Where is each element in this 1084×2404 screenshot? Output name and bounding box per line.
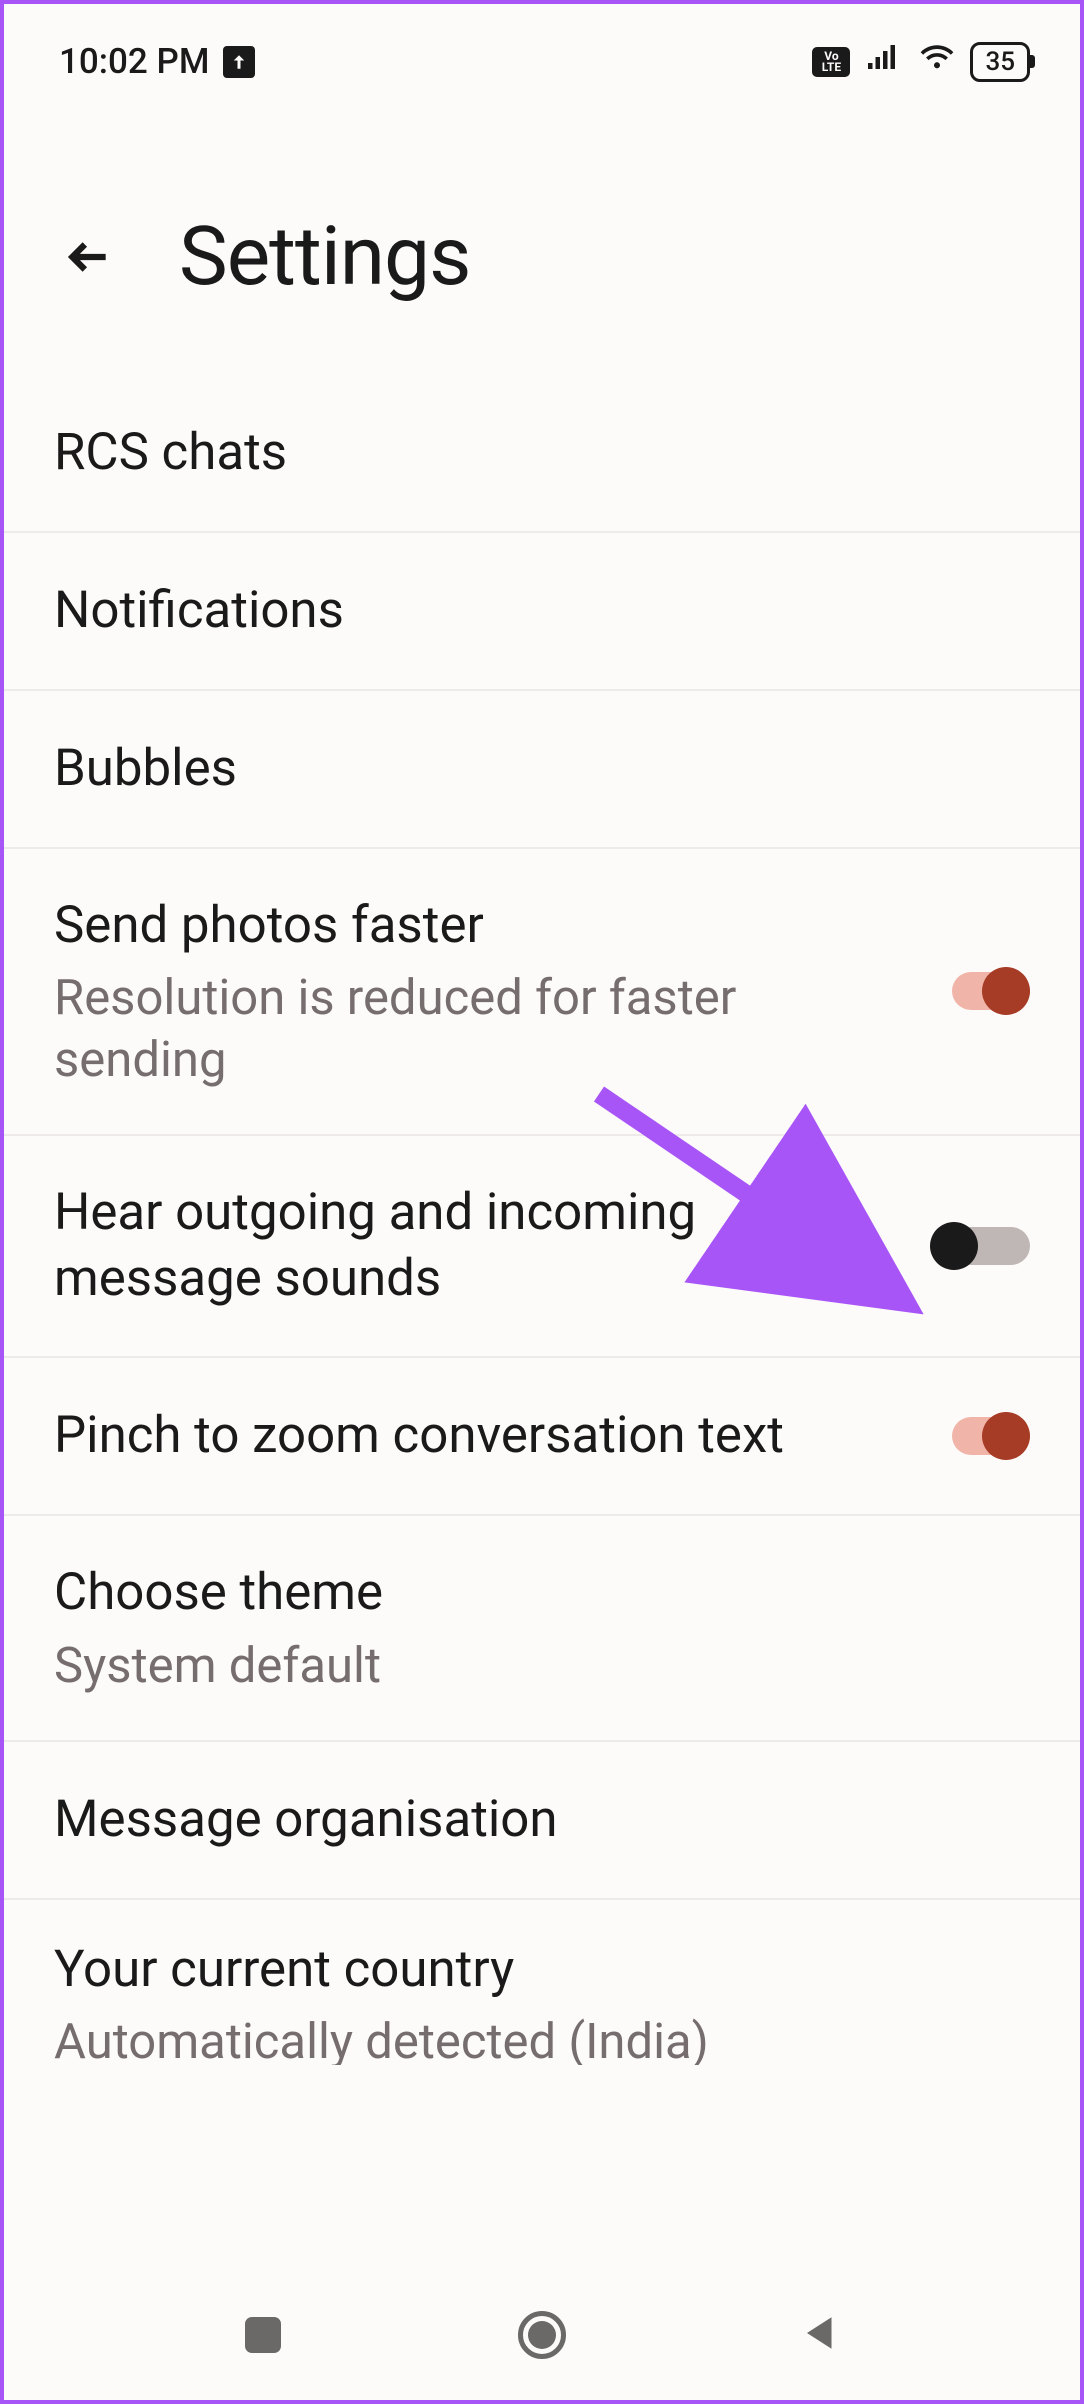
item-subtitle: System default [54,1635,1000,1696]
signal-icon [862,39,904,84]
toggle-send-photos-faster[interactable] [930,965,1030,1017]
nav-home-button[interactable] [517,2310,567,2360]
item-text: Hear outgoing and incoming message sound… [54,1180,930,1313]
item-subtitle: Automatically detected (India) [54,2011,1000,2065]
setting-message-organisation[interactable]: Message organisation [4,1742,1080,1900]
toggle-knob [982,1412,1030,1460]
navigation-bar [4,2270,1080,2400]
battery-level: 35 [985,47,1015,77]
toggle-knob [982,967,1030,1015]
battery-icon: 35 [970,42,1030,82]
nav-back-button[interactable] [796,2310,846,2360]
back-button[interactable] [59,227,119,287]
item-title: Hear outgoing and incoming message sound… [54,1180,900,1313]
setting-current-country[interactable]: Your current country Automatically detec… [4,1900,1080,2065]
item-subtitle: Resolution is reduced for faster sending [54,967,900,1090]
item-text: Send photos faster Resolution is reduced… [54,893,930,1090]
toggle-pinch-zoom[interactable] [930,1410,1030,1462]
nav-recents-button[interactable] [238,2310,288,2360]
setting-send-photos-faster[interactable]: Send photos faster Resolution is reduced… [4,849,1080,1136]
arrow-left-icon [64,232,114,282]
setting-pinch-zoom[interactable]: Pinch to zoom conversation text [4,1358,1080,1516]
toggle-hear-message-sounds[interactable] [930,1220,1030,1272]
toggle-knob [930,1222,978,1270]
item-text: Bubbles [54,736,1030,802]
item-title: Pinch to zoom conversation text [54,1403,900,1469]
status-time: 10:02 PM [59,41,209,82]
item-text: Message organisation [54,1787,1030,1853]
circle-icon [518,2311,566,2359]
volte-icon: Vo LTE [812,47,850,77]
item-title: Notifications [54,578,1000,644]
item-title: Your current country [54,1937,1000,2003]
wifi-icon [916,39,958,84]
item-title: Message organisation [54,1787,1000,1853]
setting-bubbles[interactable]: Bubbles [4,691,1080,849]
item-title: Bubbles [54,736,1000,802]
item-text: Your current country Automatically detec… [54,1937,1030,2065]
setting-notifications[interactable]: Notifications [4,533,1080,691]
status-right: Vo LTE 35 [812,39,1030,84]
item-text: Choose theme System default [54,1560,1030,1696]
setting-hear-message-sounds[interactable]: Hear outgoing and incoming message sound… [4,1136,1080,1359]
header: Settings [4,104,1080,375]
item-title: Send photos faster [54,893,900,959]
upload-icon [223,46,255,78]
square-icon [245,2317,281,2353]
settings-list: RCS chats Notifications Bubbles Send pho… [4,375,1080,2065]
item-title: Choose theme [54,1560,1000,1626]
setting-choose-theme[interactable]: Choose theme System default [4,1516,1080,1742]
page-title: Settings [179,209,470,305]
status-left: 10:02 PM [59,41,255,82]
setting-rcs-chats[interactable]: RCS chats [4,375,1080,533]
item-title: RCS chats [54,420,1000,486]
item-text: RCS chats [54,420,1030,486]
triangle-left-icon [800,2312,842,2358]
item-text: Notifications [54,578,1030,644]
item-text: Pinch to zoom conversation text [54,1403,930,1469]
status-bar: 10:02 PM Vo LTE 35 [4,4,1080,104]
